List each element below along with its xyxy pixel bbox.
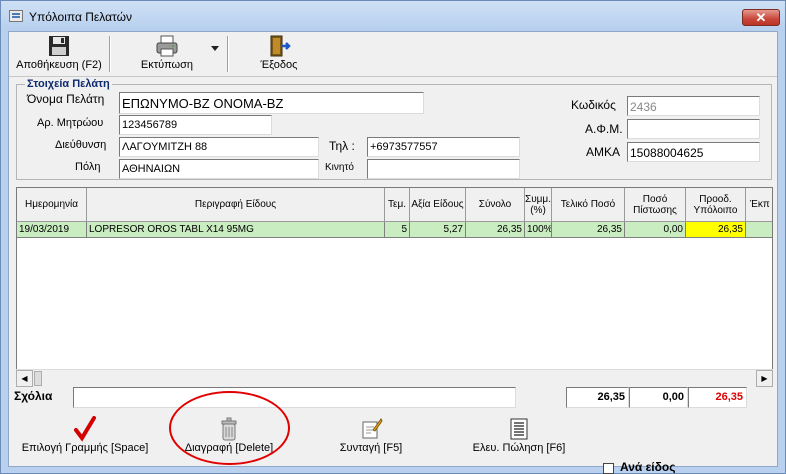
cell-balance: 26,35 xyxy=(686,222,746,238)
column-header-total[interactable]: Σύνολο xyxy=(466,188,525,222)
horizontal-scrollbar[interactable]: ◀ ▶ xyxy=(16,369,773,387)
client-area: Αποθήκευση (F2) Εκτύπωση Έξοδος Στοιχεία… xyxy=(8,31,778,474)
app-window: Υπόλοιπα Πελατών ✕ Αποθήκευση (F2) Εκτύπ… xyxy=(0,0,786,474)
list-document-icon xyxy=(510,418,528,440)
comments-field[interactable] xyxy=(73,387,516,408)
exit-label: Έξοδος xyxy=(260,59,298,71)
prescription-label: Συνταγή [F5] xyxy=(339,442,403,454)
column-header-description[interactable]: Περιγραφή Είδους xyxy=(87,188,385,222)
print-button[interactable]: Εκτύπωση xyxy=(115,34,219,74)
per-item-label: Ανά είδος xyxy=(620,460,676,474)
column-header-balance[interactable]: Προοδ. Υπόλοιπο xyxy=(686,188,746,222)
close-button[interactable]: ✕ xyxy=(742,9,780,26)
cell-qty: 5 xyxy=(385,222,410,238)
save-button[interactable]: Αποθήκευση (F2) xyxy=(13,34,105,74)
amka-label: ΑΜΚΑ xyxy=(586,145,621,159)
checkmark-icon xyxy=(74,416,96,442)
scroll-thumb[interactable] xyxy=(34,371,42,386)
afm-field[interactable] xyxy=(627,119,760,139)
reg-number-label: Αρ. Μητρώου xyxy=(37,117,104,129)
cell-description: LOPRESOR OROS TABL X14 95MG xyxy=(87,222,385,238)
column-header-date[interactable]: Ημερομηνία xyxy=(17,188,87,222)
mobile-field[interactable] xyxy=(367,159,520,179)
total-credit-field: 0,00 xyxy=(629,387,688,408)
pen-paper-icon xyxy=(362,418,383,439)
cell-discount xyxy=(746,222,772,238)
select-row-label: Επιλογή Γραμμής [Space] xyxy=(21,442,149,454)
column-header-share[interactable]: Συμμ. (%) xyxy=(525,188,552,222)
title-bar: Υπόλοιπα Πελατών ✕ xyxy=(1,1,785,31)
exit-button[interactable]: Έξοδος xyxy=(249,34,309,74)
window-title: Υπόλοιπα Πελατών xyxy=(29,10,132,24)
highlight-annotation xyxy=(169,391,290,465)
toolbar-separator xyxy=(109,36,111,72)
afm-label: Α.Φ.Μ. xyxy=(585,122,623,136)
column-header-final[interactable]: Τελικό Ποσό xyxy=(552,188,625,222)
column-header-credit[interactable]: Ποσό Πίστωσης xyxy=(625,188,686,222)
cell-share: 100% xyxy=(525,222,552,238)
cell-date: 19/03/2019 xyxy=(17,222,87,238)
phone-label: Τηλ : xyxy=(329,139,355,153)
cell-value: 5,27 xyxy=(410,222,466,238)
phone-field[interactable]: +6973577557 xyxy=(367,137,520,157)
city-label: Πόλη xyxy=(75,161,101,173)
free-sale-label: Ελευ. Πώληση [F6] xyxy=(472,442,566,454)
cell-total: 26,35 xyxy=(466,222,525,238)
address-label: Διεύθυνση xyxy=(55,139,107,151)
exit-door-icon xyxy=(270,35,291,57)
select-row-button[interactable]: Επιλογή Γραμμής [Space] xyxy=(15,416,155,454)
column-header-qty[interactable]: Τεμ. xyxy=(385,188,410,222)
save-label: Αποθήκευση (F2) xyxy=(16,59,102,71)
floppy-disk-icon xyxy=(49,36,69,56)
group-title: Στοιχεία Πελάτη xyxy=(25,78,112,90)
amka-field[interactable]: 15088004625 xyxy=(627,142,760,162)
toolbar-separator xyxy=(227,36,229,72)
total-balance-field: 26,35 xyxy=(688,387,747,408)
column-header-value[interactable]: Αξία Είδους xyxy=(410,188,466,222)
toolbar: Αποθήκευση (F2) Εκτύπωση Έξοδος xyxy=(9,32,777,77)
cell-credit: 0,00 xyxy=(625,222,686,238)
chevron-down-icon[interactable] xyxy=(211,46,219,52)
prescription-button[interactable]: Συνταγή [F5] xyxy=(331,416,411,454)
customer-name-field[interactable]: ΕΠΩΝΥΜΟ-BZ ONOMA-BZ xyxy=(119,92,424,114)
per-item-checkbox[interactable] xyxy=(603,463,614,474)
code-field[interactable]: 2436 xyxy=(627,96,760,116)
mobile-label: Κινητό xyxy=(325,162,354,173)
table-row[interactable]: 19/03/2019 LOPRESOR OROS TABL X14 95MG 5… xyxy=(17,222,772,238)
comments-label: Σχόλια xyxy=(14,389,53,403)
scroll-left-icon[interactable]: ◀ xyxy=(16,370,33,387)
scroll-right-icon[interactable]: ▶ xyxy=(756,370,773,387)
cell-final: 26,35 xyxy=(552,222,625,238)
free-sale-button[interactable]: Ελευ. Πώληση [F6] xyxy=(463,416,575,454)
items-table: Ημερομηνία Περιγραφή Είδους Τεμ. Αξία Εί… xyxy=(16,187,773,386)
app-icon xyxy=(9,10,23,22)
total-final-field: 26,35 xyxy=(566,387,629,408)
address-field[interactable]: ΛΑΓΟΥΜΙΤΖΗ 88 xyxy=(119,137,319,157)
city-field[interactable]: ΑΘΗΝΑΙΩΝ xyxy=(119,159,319,179)
customer-name-label: Όνομα Πελάτη xyxy=(27,92,105,106)
code-label: Κωδικός xyxy=(571,98,616,112)
column-header-discount[interactable]: Έκπ xyxy=(746,188,772,222)
print-label: Εκτύπωση xyxy=(140,59,194,71)
printer-icon xyxy=(156,35,178,57)
reg-number-field[interactable]: 123456789 xyxy=(119,115,272,135)
